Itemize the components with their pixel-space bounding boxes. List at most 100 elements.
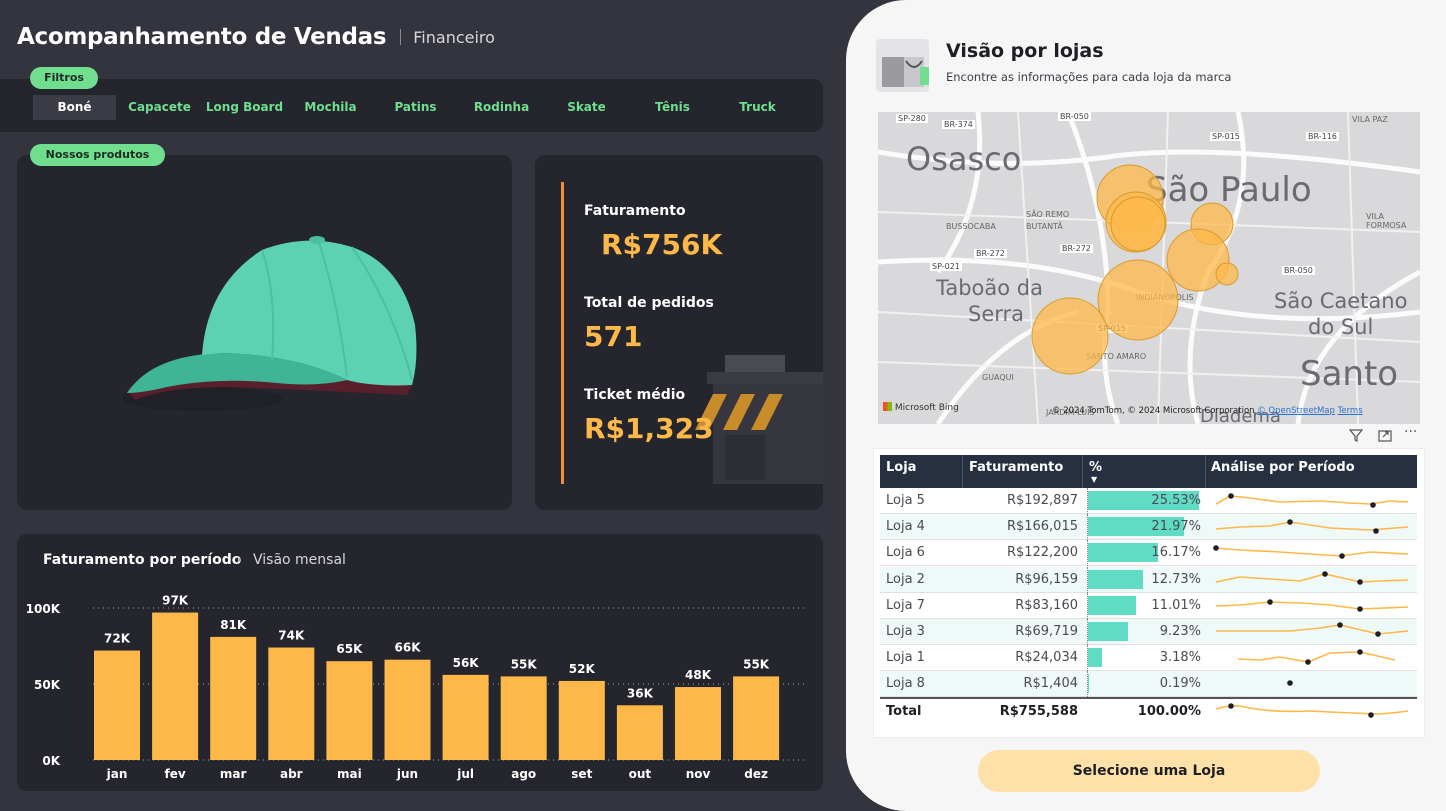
ticket-label: Ticket médio <box>584 387 686 403</box>
cell-faturamento: R$24,034 <box>1015 650 1078 666</box>
y-tick-label: 50K <box>34 678 61 692</box>
sparkline <box>1287 680 1293 687</box>
header-divider <box>1082 455 1083 488</box>
table-row[interactable]: Loja 5 R$192,897 25.53% <box>880 488 1417 514</box>
table-row[interactable]: Loja 4 R$166,015 21.97% <box>880 514 1417 541</box>
filter-capacete[interactable]: Capacete <box>118 95 201 120</box>
sparkline-point <box>1287 680 1293 687</box>
table-row[interactable]: Loja 3 R$69,719 9.23% <box>880 619 1417 645</box>
bar-axis <box>1087 645 1088 672</box>
cell-faturamento: R$69,719 <box>1015 624 1078 639</box>
filter-tenis[interactable]: Tênis <box>631 95 714 120</box>
sort-desc-icon[interactable]: ▼ <box>1091 475 1097 484</box>
sparkline-point <box>1337 622 1343 628</box>
revenue-label: Faturamento <box>584 203 686 219</box>
filter-icon[interactable] <box>1348 428 1364 446</box>
focus-mode-icon[interactable] <box>1378 428 1392 446</box>
more-options-icon[interactable]: ··· <box>1404 424 1417 440</box>
sparkline <box>1215 519 1409 534</box>
products-label: Nossos produtos <box>30 144 165 166</box>
filter-rodinha[interactable]: Rodinha <box>460 95 543 120</box>
table-row[interactable]: Loja 6 R$122,200 16.17% <box>880 540 1417 567</box>
bar-axis <box>1087 514 1088 541</box>
sparkline-point <box>1228 493 1234 499</box>
total-label: Total <box>886 704 922 719</box>
sparkline-point <box>1357 605 1363 612</box>
header-analise[interactable]: Análise por Período <box>1211 455 1355 481</box>
x-tick-label: set <box>571 767 592 781</box>
stores-map[interactable]: Osasco São Paulo Taboão da Serra São Cae… <box>878 112 1420 424</box>
data-label: 52K <box>569 662 596 676</box>
filters-label: Filtros <box>30 67 98 89</box>
page-title: Acompanhamento de Vendas <box>17 24 387 50</box>
filter-skate[interactable]: Skate <box>545 95 628 120</box>
cell-faturamento: R$122,200 <box>1006 545 1078 561</box>
x-tick-label: mai <box>337 767 362 781</box>
filter-bone[interactable]: Boné <box>33 95 116 120</box>
x-tick-label: out <box>629 767 652 781</box>
bar-jan <box>94 650 140 760</box>
terms-link[interactable]: Terms <box>1338 406 1363 416</box>
map-provider: Microsoft Bing <box>883 402 959 413</box>
cell-loja: Loja 6 <box>886 545 925 561</box>
sparkline-point <box>1322 570 1328 577</box>
ticket-value: R$1,323 <box>584 412 714 445</box>
sparkline-point <box>1373 528 1379 534</box>
store-icon <box>695 355 823 484</box>
cell-percent: 12.73% <box>1151 571 1201 587</box>
bar-axis <box>1087 619 1088 645</box>
filter-long-board[interactable]: Long Board <box>203 95 286 120</box>
bar-jun <box>384 659 431 760</box>
table-row[interactable]: Loja 8 R$1,404 0.19% <box>880 671 1417 698</box>
data-label: 72K <box>104 632 131 646</box>
x-tick-label: mar <box>220 767 247 781</box>
cell-loja: Loja 3 <box>886 624 925 639</box>
stores-subtitle: Encontre as informações para cada loja d… <box>946 70 1232 84</box>
bar-set <box>558 680 605 760</box>
table-header: Loja Faturamento % ▼ Análise por Período <box>880 455 1417 488</box>
table-row[interactable]: Loja 7 R$83,160 11.01% <box>880 592 1417 619</box>
monthly-revenue-chart: 0K 50K 100K 72K jan 97K fev 81K mar 74K abr 65K mai 6… <box>26 594 807 781</box>
map-attribution: © 2024 TomTom, © 2024 Microsoft Corporat… <box>1052 406 1363 416</box>
bar-mar <box>210 636 257 760</box>
table-row[interactable]: Loja 1 R$24,034 3.18% <box>880 645 1417 672</box>
stores-title: Visão por lojas <box>946 40 1104 62</box>
bar-jul <box>442 674 489 760</box>
sparkline <box>1237 649 1396 665</box>
bar-out <box>616 705 663 760</box>
sparkline <box>1215 493 1409 508</box>
percent-bar <box>1088 569 1144 589</box>
stores-table: Loja Faturamento % ▼ Análise por Período… <box>873 448 1425 738</box>
bar-mai <box>326 661 373 760</box>
chevron-right-icon: › <box>236 552 242 568</box>
sparkline <box>1213 545 1409 560</box>
header-divider <box>1205 455 1206 488</box>
filter-patins[interactable]: Patins <box>374 95 457 120</box>
filter-mochila[interactable]: Mochila <box>289 95 372 120</box>
data-label: 97K <box>162 594 189 608</box>
cell-loja: Loja 4 <box>886 519 925 535</box>
filter-truck[interactable]: Truck <box>716 95 799 120</box>
select-store-button[interactable]: Selecione uma Loja <box>978 750 1320 792</box>
store-bag-icon <box>876 39 929 92</box>
store-bubbles <box>1031 164 1239 375</box>
cell-faturamento: R$192,897 <box>1006 493 1078 508</box>
sparkline-point <box>1339 553 1345 560</box>
percent-bar <box>1088 648 1102 668</box>
data-label: 55K <box>743 657 770 671</box>
title-divider <box>400 29 402 45</box>
header-faturamento[interactable]: Faturamento <box>969 455 1063 481</box>
bubble-store <box>1097 259 1179 341</box>
table-row[interactable]: Loja 2 R$96,159 12.73% <box>880 566 1417 593</box>
bar-axis <box>1087 671 1088 698</box>
header-loja[interactable]: Loja <box>886 455 916 481</box>
kpi-accent-line <box>561 182 564 484</box>
data-label: 36K <box>627 686 654 700</box>
percent-bar <box>1088 674 1089 694</box>
y-tick-label: 100K <box>26 602 61 616</box>
page-subtitle: Financeiro <box>413 27 495 47</box>
osm-link[interactable]: © OpenStreetMap <box>1257 406 1335 416</box>
page-header: Acompanhamento de Vendas Financeiro <box>17 24 495 50</box>
x-tick-label: jan <box>106 767 128 781</box>
chart-title: Faturamento por período <box>43 552 242 568</box>
